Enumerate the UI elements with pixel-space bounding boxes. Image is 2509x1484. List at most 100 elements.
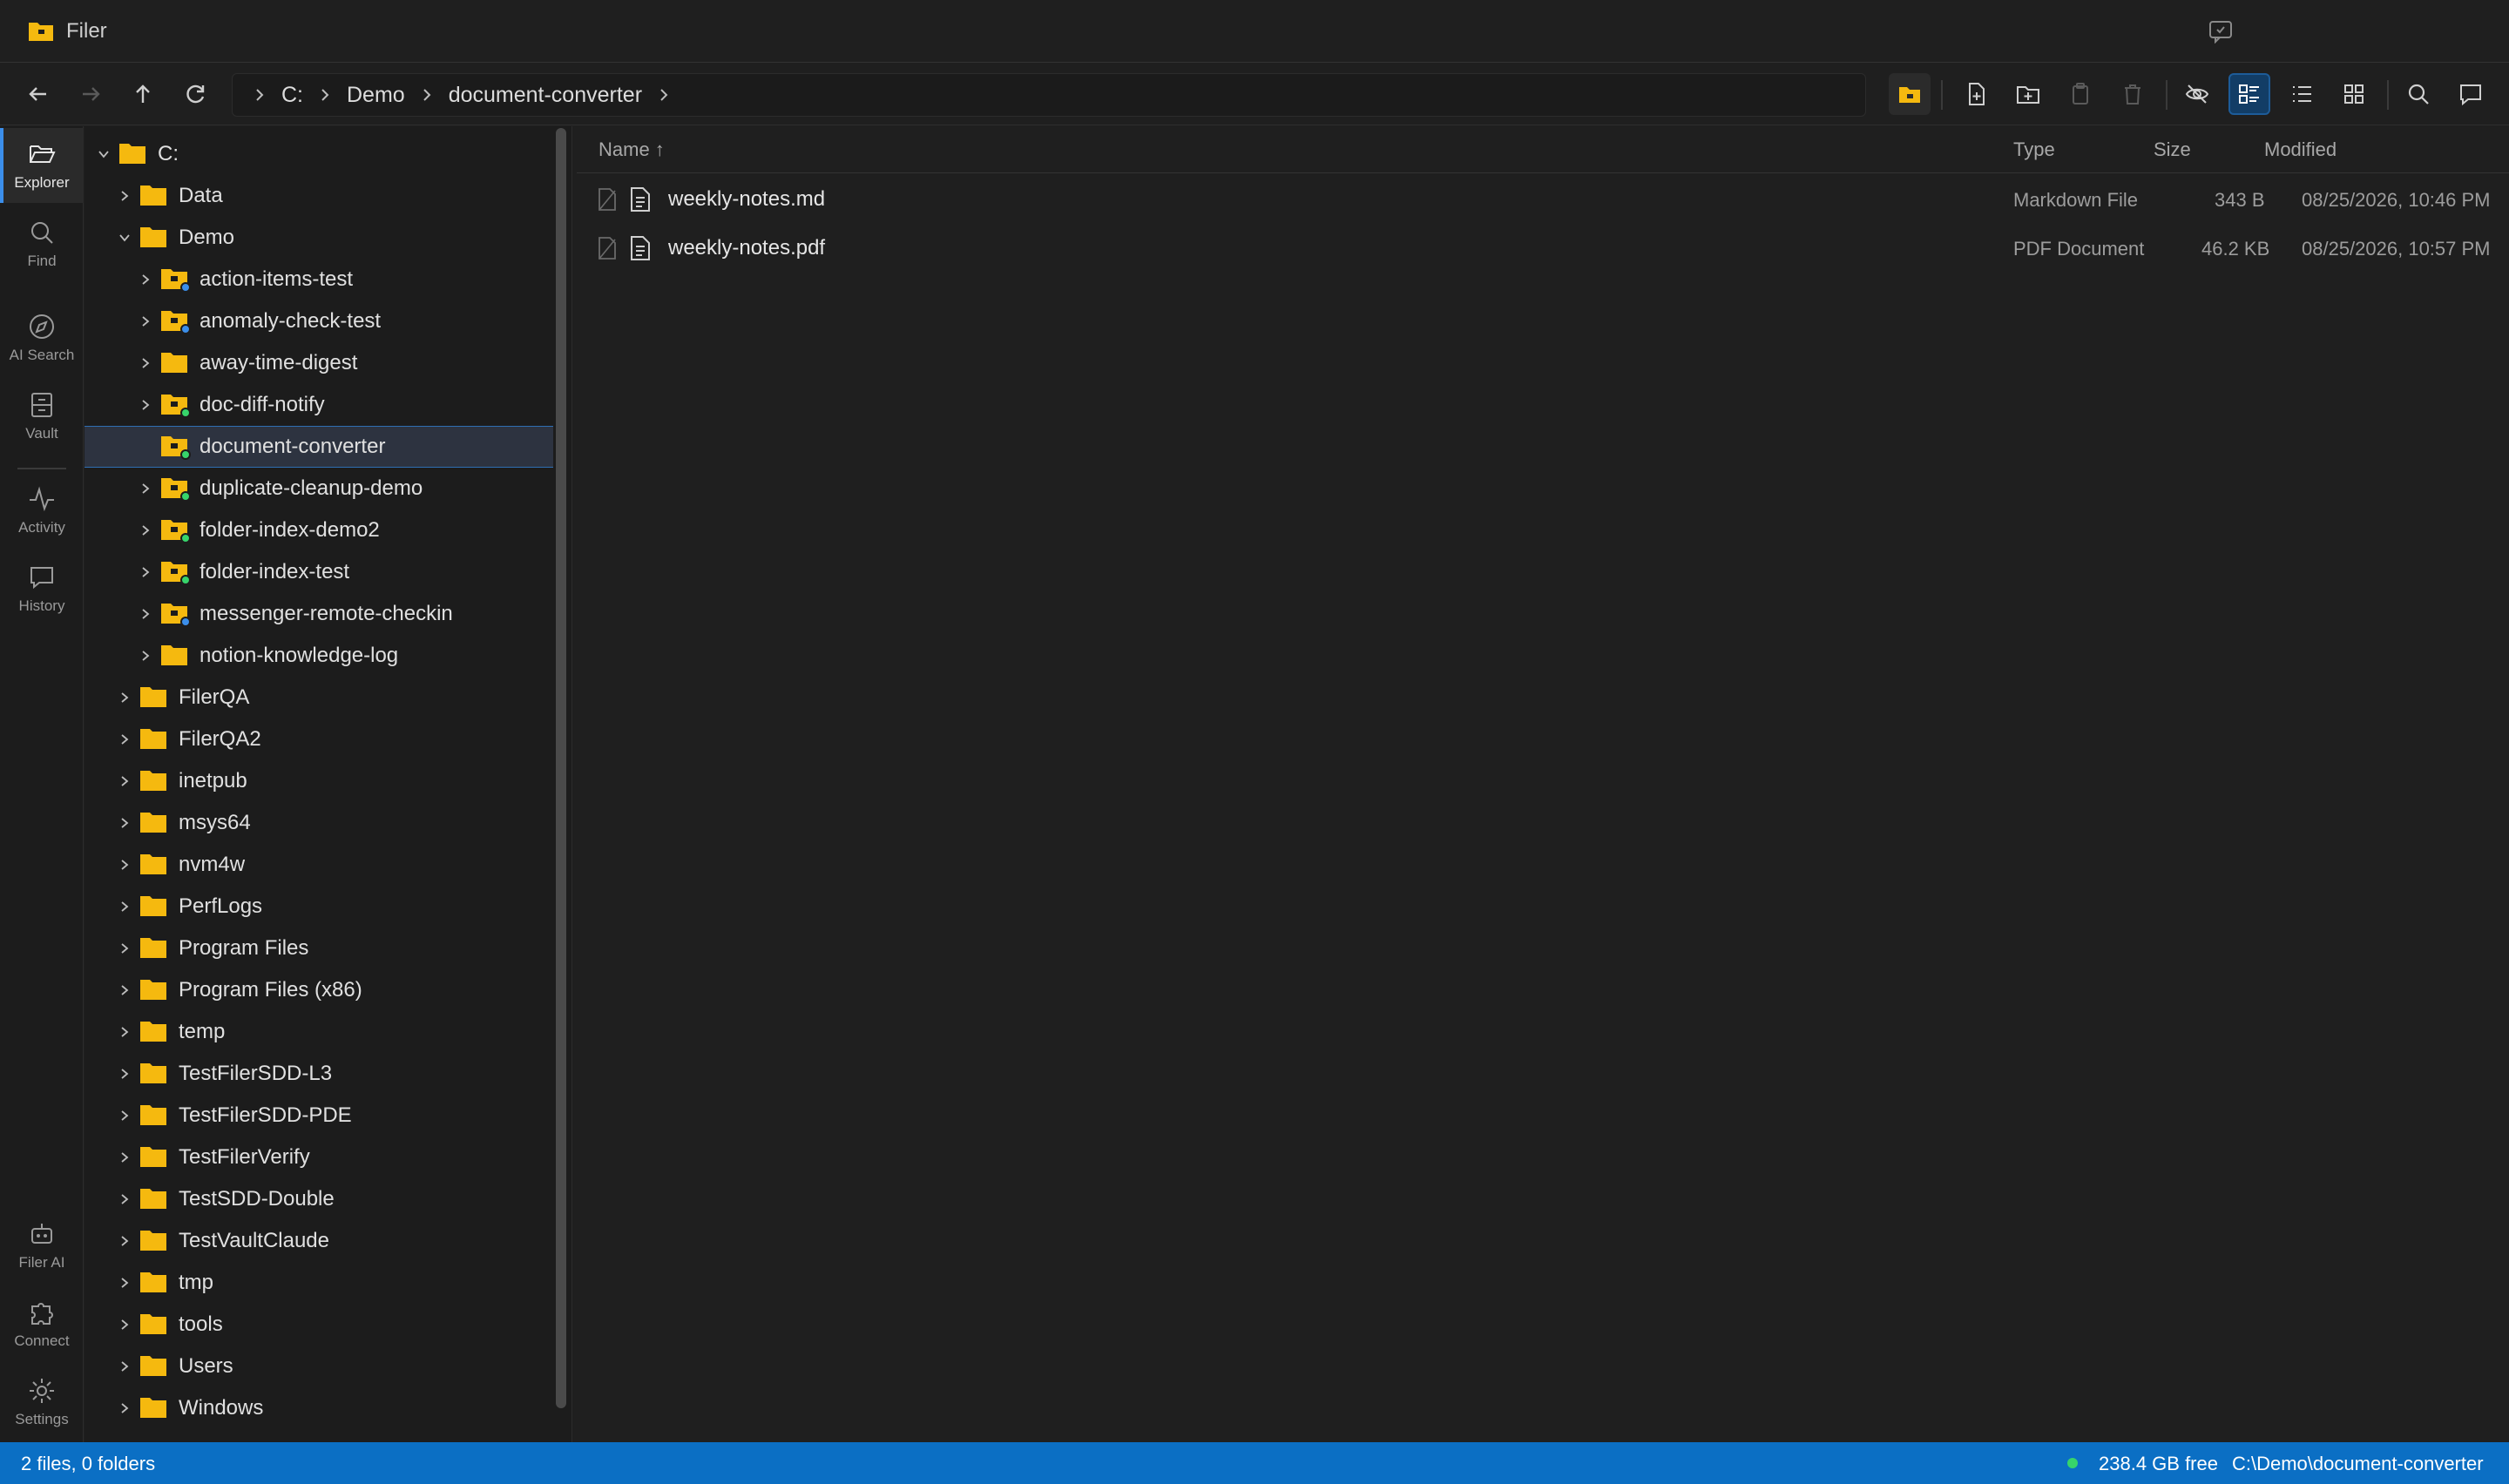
delete-button[interactable] [2112,73,2154,115]
scrollbar-thumb[interactable] [556,128,566,1408]
tree-item[interactable]: duplicate-cleanup-demo [85,468,555,509]
tree-item[interactable]: notion-knowledge-log [85,635,555,677]
activity-history[interactable]: History [0,551,84,626]
tree-item[interactable]: messenger-remote-checkin [85,593,555,635]
chevron-down-icon[interactable] [114,227,135,248]
activity-explorer[interactable]: Explorer [0,128,84,203]
activity-vault[interactable]: Vault [0,379,84,454]
tree-item[interactable]: folder-index-test [85,551,555,593]
chevron-right-icon[interactable] [114,1398,135,1419]
chevron-right-icon[interactable] [114,1022,135,1042]
chevron-right-icon[interactable] [135,395,156,415]
tree-item[interactable]: away-time-digest [85,342,555,384]
activity-activity[interactable]: Activity [0,473,84,548]
tree-item[interactable]: folder-index-demo2 [85,509,555,551]
chevron-right-icon[interactable] [114,687,135,708]
tree-item[interactable]: TestFilerSDD-PDE [85,1095,555,1137]
chevron-right-icon[interactable] [135,645,156,666]
search-button[interactable] [2397,73,2439,115]
tree-item[interactable]: TestSDD-Double [85,1178,555,1220]
refresh-button[interactable] [174,73,216,115]
activity-find[interactable]: Find [0,206,84,281]
new-folder-button[interactable] [2007,73,2049,115]
tree-item[interactable]: PerfLogs [85,886,555,928]
tree-item[interactable]: TestFilerSDD-L3 [85,1053,555,1095]
tree-scrollbar[interactable] [553,126,569,1408]
tree-item[interactable]: TestFilerVerify [85,1137,555,1178]
tree-item[interactable]: Program Files (x86) [85,969,555,1011]
tree-item[interactable]: anomaly-check-test [85,300,555,342]
chevron-right-icon[interactable] [114,854,135,875]
breadcrumb-item[interactable]: Demo [340,83,412,108]
tree-item[interactable]: doc-diff-notify [85,384,555,426]
column-name[interactable]: Name ↑ [599,138,665,161]
tree-item[interactable]: TestVaultClaude [85,1220,555,1262]
chevron-right-icon[interactable] [135,269,156,290]
tree-item[interactable]: msys64 [85,802,555,844]
tree-item[interactable]: nvm4w [85,844,555,886]
chevron-right-icon[interactable] [114,186,135,206]
tree-item[interactable]: FilerQA2 [85,718,555,760]
activity-ai-search[interactable]: AI Search [0,300,84,375]
tree-item[interactable]: tools [85,1304,555,1346]
chevron-right-icon[interactable] [135,520,156,541]
chevron-right-icon[interactable] [114,938,135,959]
chevron-right-icon[interactable] [114,1231,135,1251]
chevron-right-icon[interactable] [114,771,135,792]
file-size: 343 B [2215,189,2265,211]
chevron-down-icon[interactable] [93,144,114,165]
tree-item[interactable]: C: [85,133,555,175]
paste-button[interactable] [2059,73,2101,115]
file-row[interactable]: weekly-notes.md Markdown File 343 B 08/2… [577,175,2509,224]
list-view-button[interactable] [2281,73,2323,115]
chevron-right-icon[interactable] [114,1272,135,1293]
new-file-button[interactable] [1955,73,1997,115]
chevron-right-icon[interactable] [135,604,156,624]
chevron-right-icon[interactable] [135,478,156,499]
breadcrumb-item[interactable]: document-converter [442,83,649,108]
tree-item[interactable]: document-converter [85,426,555,468]
chevron-right-icon[interactable] [114,1356,135,1377]
chevron-right-icon[interactable] [114,1105,135,1126]
chevron-right-icon[interactable] [135,353,156,374]
activity-filer-ai[interactable]: Filer AI [0,1208,84,1283]
column-modified[interactable]: Modified [2264,138,2337,161]
feedback-icon[interactable] [2208,19,2234,44]
tree-item[interactable]: FilerQA [85,677,555,718]
tree-item[interactable]: tmp [85,1262,555,1304]
activity-settings[interactable]: Settings [0,1365,84,1440]
column-size[interactable]: Size [2154,138,2191,161]
activity-connect[interactable]: Connect [0,1286,84,1361]
forward-button[interactable] [70,73,112,115]
tree-item[interactable]: action-items-test [85,259,555,300]
folder-icon [139,225,170,251]
hidden-files-toggle[interactable] [2176,73,2218,115]
grid-view-button[interactable] [2333,73,2375,115]
tree-item[interactable]: Program Files [85,928,555,969]
tree-item[interactable]: Data [85,175,555,217]
tree-item[interactable]: Demo [85,217,555,259]
file-row[interactable]: weekly-notes.pdf PDF Document 46.2 KB 08… [577,224,2509,273]
chat-button[interactable] [2450,73,2492,115]
up-button[interactable] [122,73,164,115]
chevron-right-icon[interactable] [114,1189,135,1210]
open-folder-button[interactable] [1889,73,1931,115]
tree-item[interactable]: inetpub [85,760,555,802]
tree-item[interactable]: Windows [85,1387,555,1429]
chevron-right-icon[interactable] [114,813,135,833]
chevron-right-icon[interactable] [114,729,135,750]
chevron-right-icon[interactable] [114,1147,135,1168]
chevron-right-icon[interactable] [135,311,156,332]
column-type[interactable]: Type [2013,138,2055,161]
breadcrumb-item[interactable]: C: [274,83,310,108]
tree-item[interactable]: temp [85,1011,555,1053]
back-button[interactable] [17,73,59,115]
chevron-right-icon[interactable] [114,1063,135,1084]
chevron-right-icon[interactable] [135,562,156,583]
breadcrumb[interactable]: C: Demo document-converter [232,73,1866,117]
chevron-right-icon[interactable] [114,980,135,1001]
tree-item[interactable]: Users [85,1346,555,1387]
details-view-button[interactable] [2228,73,2270,115]
chevron-right-icon[interactable] [114,1314,135,1335]
chevron-right-icon[interactable] [114,896,135,917]
